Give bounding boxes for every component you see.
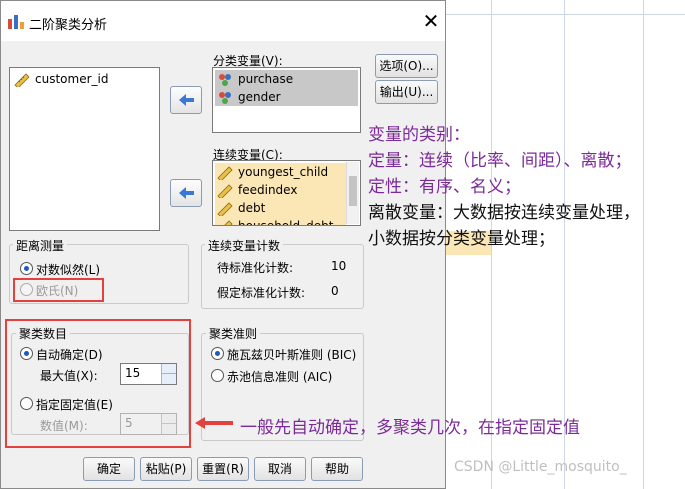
cancel-button[interactable]: 取消 [254,457,306,481]
continuous-variable-list[interactable]: youngest_child feedindex debt household_… [212,160,361,226]
continuous-count-title: 连续变量计数 [205,237,284,254]
nominal-icon [219,91,231,104]
arrow-left-icon [179,187,194,199]
annotation-line-2: 定量：连续（比率、间距）、离散； [368,151,632,171]
dialog-title: 二阶聚类分析 [29,18,108,33]
list-item[interactable]: customer_id [14,70,108,88]
title-bar: 二阶聚类分析 ✕ [1,1,445,41]
list-item[interactable]: debt [217,199,265,217]
aic-label[interactable]: 赤池信息准则 (AIC) [227,368,332,385]
list-item[interactable]: gender [217,88,281,106]
ruler-icon [223,219,233,225]
clusters-highlight [5,319,191,448]
list-item[interactable]: feedindex [217,181,297,199]
to-standardize-value: 10 [331,259,347,273]
paste-button[interactable]: 粘贴(P) [140,457,192,481]
move-to-categorical-button[interactable] [170,86,202,114]
loglik-radio[interactable] [20,262,33,275]
watermark: CSDN @Little_mosquito_ [454,459,627,475]
annotation-line-3: 定性：有序、名义； [368,177,521,197]
bic-label[interactable]: 施瓦兹贝叶斯准则 (BIC) [227,346,356,363]
red-arrow-icon [195,417,233,429]
output-button[interactable]: 输出(U)... [375,80,438,104]
clustering-criterion-title: 聚类准则 [206,325,261,342]
annotation-line-1: 变量的类别： [368,125,470,145]
loglik-label[interactable]: 对数似然(L) [36,261,100,278]
ok-button[interactable]: 确定 [83,457,135,481]
close-icon[interactable]: ✕ [419,9,443,33]
bic-radio[interactable] [211,347,224,360]
nominal-icon [219,73,231,86]
continuous-list-scrollbar[interactable] [346,162,359,224]
reset-button[interactable]: 重置(R) [197,457,249,481]
source-variable-list[interactable]: customer_id [9,67,160,231]
aic-radio[interactable] [211,369,224,382]
list-item[interactable]: youngest_child [217,163,328,181]
to-standardize-label: 待标准化计数: [217,261,294,275]
ruler-icon [217,201,233,216]
euclidean-highlight [13,278,104,302]
help-button[interactable]: 帮助 [311,457,363,481]
arrow-left-icon [179,94,194,106]
annotation-line-4: 离散变量：大数据按连续变量处理， [368,203,640,223]
list-item[interactable]: household_debt [217,217,333,225]
assumed-standardized-value: 0 [331,284,339,298]
list-item[interactable]: purchase [217,70,293,88]
arrow-annotation: 一般先自动确定，多聚类几次，在指定固定值 [240,418,580,438]
options-button[interactable]: 选项(O)... [375,54,438,78]
ruler-icon [217,165,233,180]
distance-measure-title: 距离测量 [13,237,68,254]
categorical-variable-list[interactable]: purchase gender [212,67,361,133]
move-to-continuous-button[interactable] [170,179,202,207]
app-icon [8,15,24,29]
ruler-icon [14,72,30,87]
annotation-line-5: 小数据按分类变量处理； [368,229,555,249]
assumed-standardized-label: 假定标准化计数: [217,286,306,300]
ruler-icon [217,183,233,198]
